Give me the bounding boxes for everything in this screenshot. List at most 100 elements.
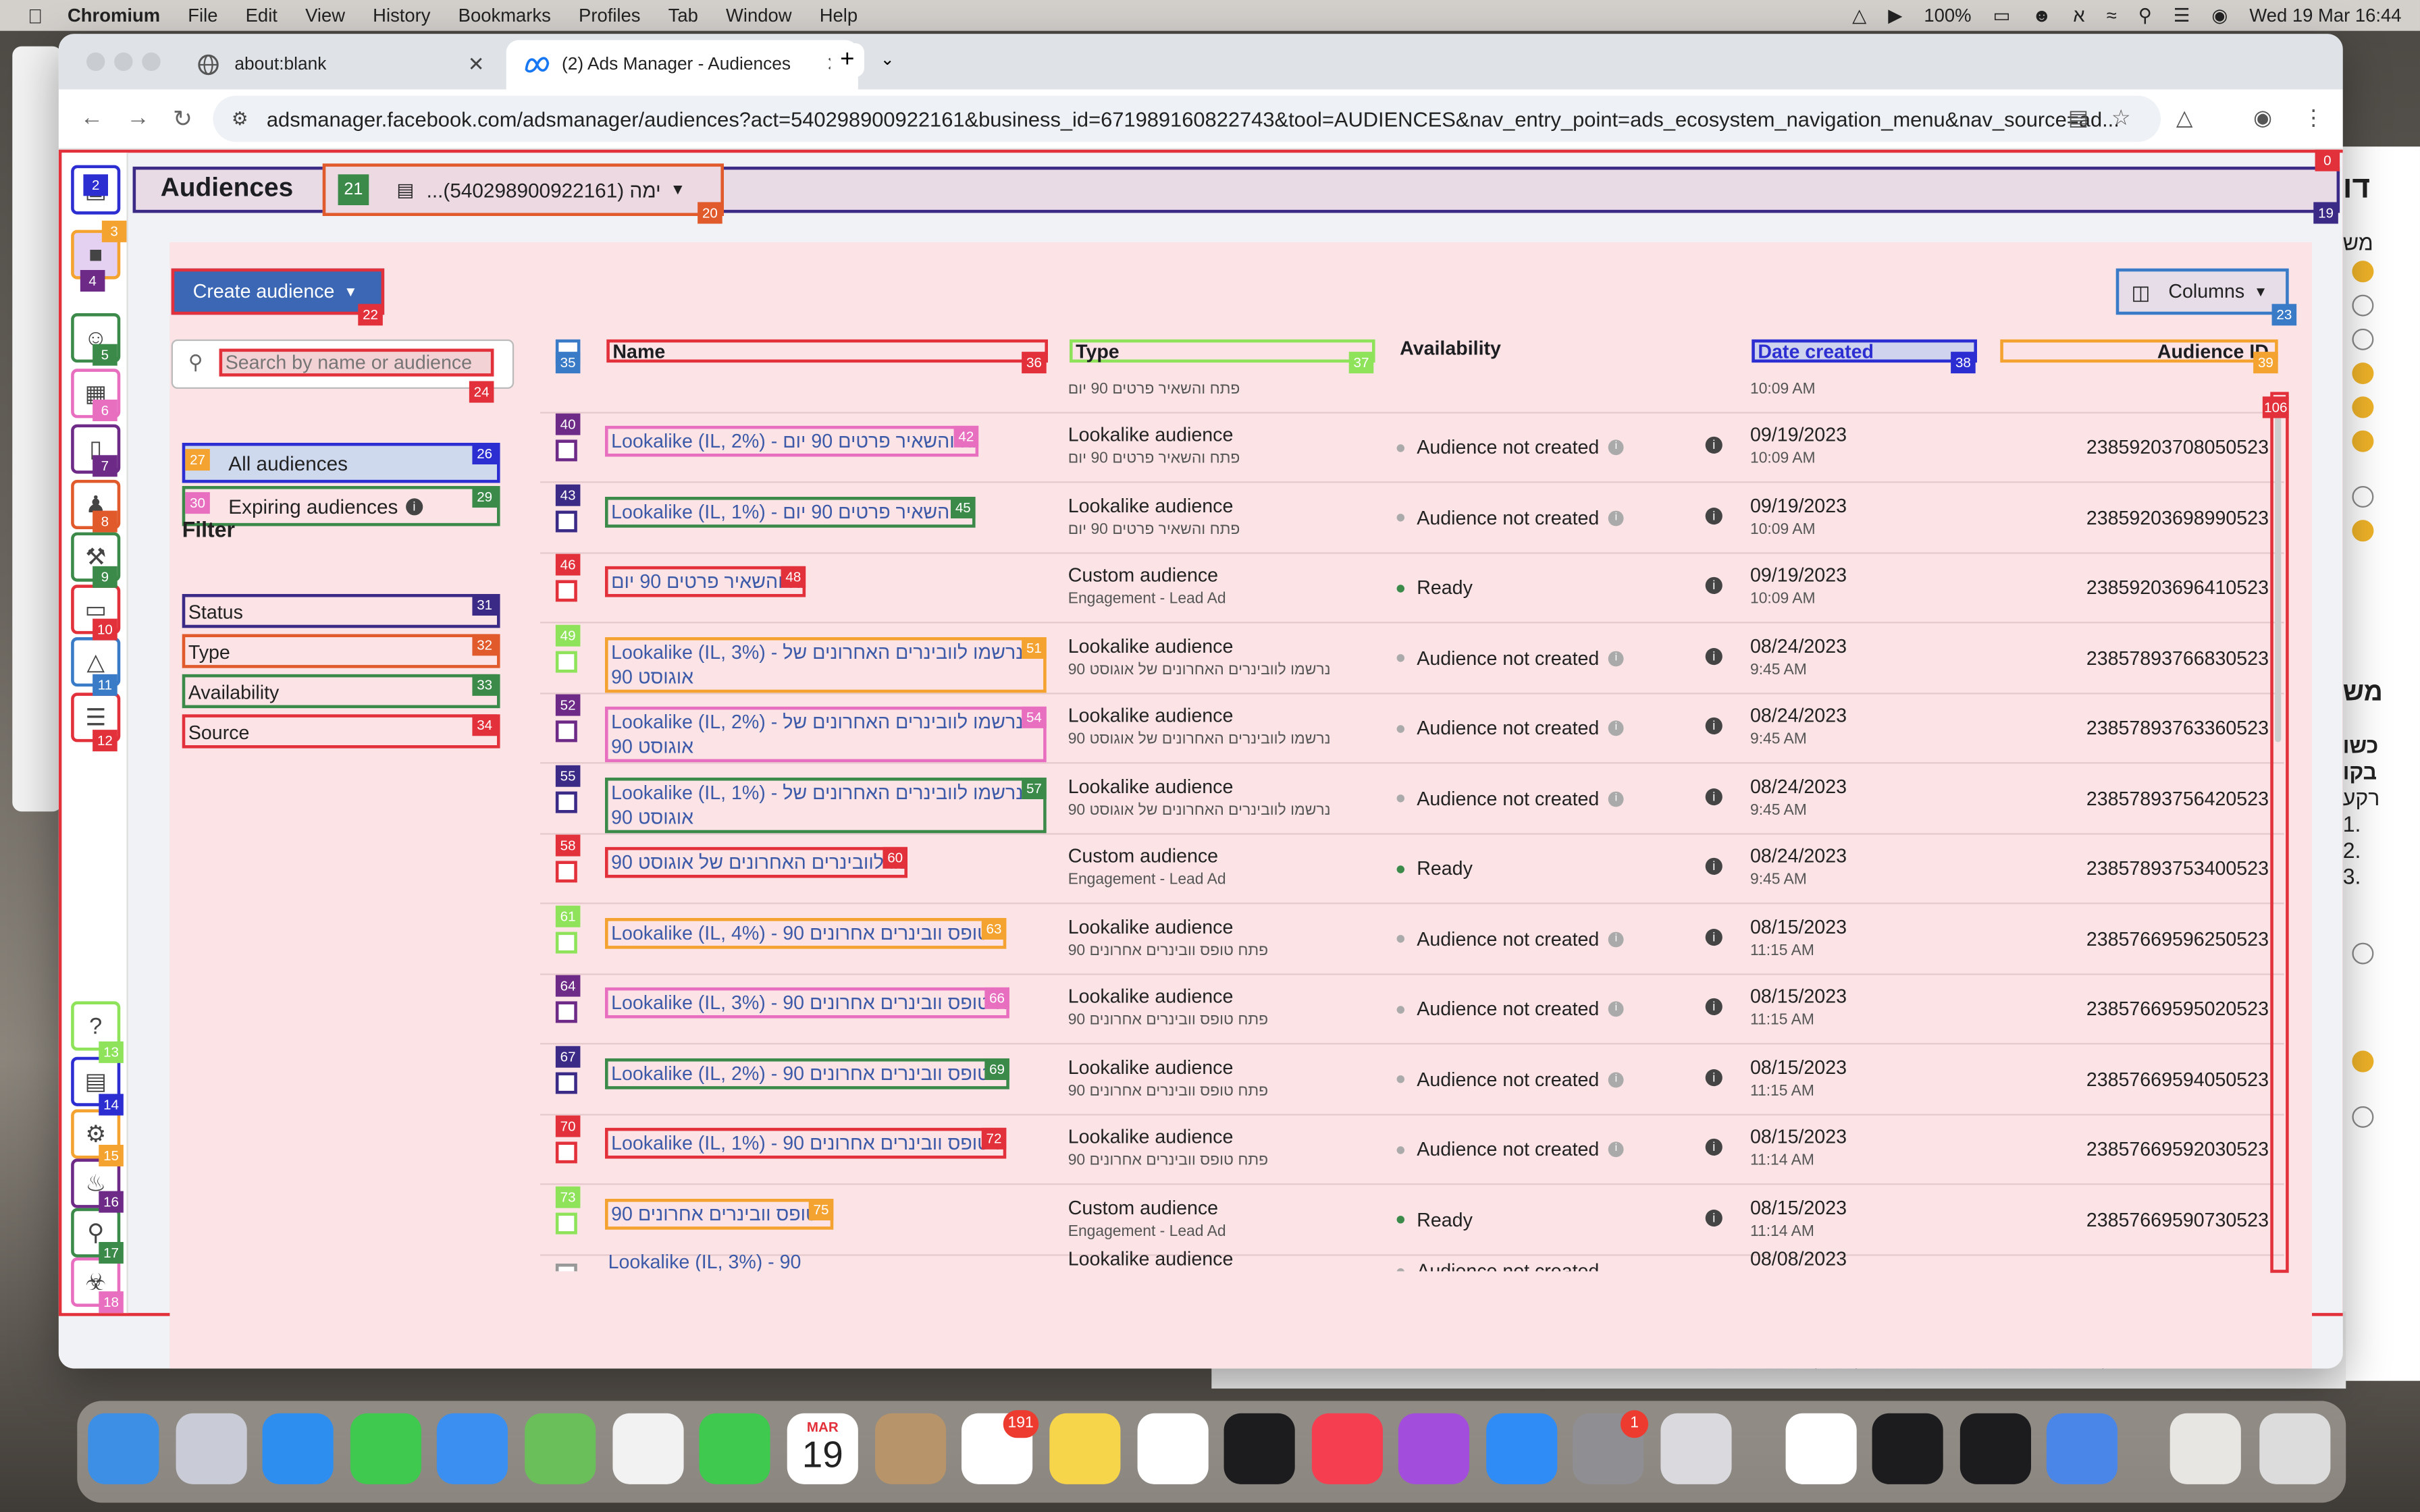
finder-icon[interactable] — [88, 1413, 159, 1484]
info-icon[interactable]: i — [1705, 506, 1722, 524]
info-icon[interactable]: i — [1608, 510, 1624, 526]
menu-history[interactable]: History — [373, 5, 430, 26]
info-icon[interactable]: i — [1705, 857, 1722, 875]
address-bar[interactable]: ⚙ adsmanager.facebook.com/adsmanager/aud… — [213, 95, 2161, 142]
menu-tab[interactable]: Tab — [668, 5, 698, 26]
row-checkbox[interactable] — [555, 650, 577, 672]
table-row[interactable]: Lookalike (IL, 3%) - נרשמו לוובינרים האח… — [540, 622, 2284, 694]
music-icon[interactable] — [1311, 1413, 1383, 1484]
info-icon[interactable]: i — [1608, 1001, 1624, 1017]
table-row[interactable]: Lookalike (IL, 2%) - פתח והשאיר פרטים 90… — [540, 412, 2284, 483]
tv-icon[interactable] — [1224, 1413, 1295, 1484]
menu-bookmarks[interactable]: Bookmarks — [458, 5, 551, 26]
launchpad-icon[interactable] — [176, 1413, 247, 1484]
column-header-audience-id[interactable]: Audience ID — [2000, 339, 2278, 363]
menu-profiles[interactable]: Profiles — [579, 5, 640, 26]
back-arrow-icon[interactable]: ← — [80, 105, 103, 131]
table-scrollbar[interactable] — [2270, 392, 2289, 1273]
column-header-name[interactable]: Name — [606, 339, 1048, 363]
audience-name-link[interactable]: פתח והשאיר פרטים 90 יום — [604, 566, 806, 597]
info-icon[interactable]: i — [1705, 787, 1722, 805]
menu-file[interactable]: File — [188, 5, 217, 26]
sidebar-item-all-audiences[interactable]: All audiences — [182, 442, 500, 483]
podcasts-icon[interactable] — [1398, 1413, 1469, 1484]
app-store-icon[interactable] — [1486, 1413, 1558, 1484]
table-row[interactable]: Lookalike (IL, 2%) - נרשמו לוובינרים האח… — [540, 693, 2284, 764]
column-header-availability[interactable]: Availability — [1397, 339, 1629, 362]
row-checkbox[interactable] — [555, 1071, 577, 1094]
audience-name-link[interactable]: Lookalike (IL, 3%) - 90 — [605, 1249, 804, 1272]
spotlight-icon[interactable]: ⚲ — [2138, 5, 2152, 26]
wifi-icon[interactable]: ≈ — [2107, 5, 2117, 26]
minimize-window-button[interactable] — [114, 52, 133, 72]
user-icon[interactable]: ☻ — [2032, 5, 2051, 26]
maps-icon[interactable] — [525, 1413, 596, 1484]
filter-type[interactable]: Type — [182, 634, 500, 668]
notes-icon[interactable] — [1049, 1413, 1121, 1484]
row-checkbox[interactable] — [555, 580, 577, 602]
cursor-app-icon[interactable] — [1872, 1413, 1943, 1484]
contacts-icon[interactable] — [874, 1413, 947, 1484]
forward-arrow-icon[interactable]: → — [126, 105, 149, 131]
chromium-icon[interactable] — [2046, 1413, 2118, 1484]
install-app-icon[interactable]: ▤ — [2068, 105, 2088, 131]
filter-source[interactable]: Source — [182, 714, 500, 749]
row-checkbox[interactable] — [555, 1212, 577, 1234]
info-icon[interactable]: i — [1608, 720, 1624, 736]
apple-menu-icon[interactable]:  — [28, 4, 43, 27]
row-checkbox[interactable] — [555, 439, 577, 462]
labs-flask-icon[interactable]: △ — [2176, 105, 2193, 131]
messages-icon[interactable] — [350, 1413, 421, 1484]
freeform-icon[interactable] — [1137, 1413, 1209, 1484]
table-row[interactable]: Lookalike (IL, 1%) - פתח טופס וובינרים א… — [540, 1114, 2284, 1185]
audience-name-link[interactable]: Lookalike (IL, 1%) - פתח והשאיר פרטים 90… — [604, 495, 976, 527]
audience-name-link[interactable]: נרשמו לוובינרים האחרונים של אוגוסט 90 — [604, 846, 908, 878]
table-row[interactable]: Lookalike (IL, 1%) - נרשמו לוובינרים האח… — [540, 763, 2284, 834]
info-icon[interactable]: i — [1705, 1138, 1722, 1156]
info-icon[interactable]: i — [1705, 1208, 1722, 1226]
row-checkbox[interactable] — [555, 790, 577, 813]
app-menu[interactable]: Chromium — [68, 5, 160, 26]
create-audience-button[interactable]: Create audience ▼ — [171, 268, 385, 315]
chrome-icon[interactable] — [1785, 1413, 1857, 1484]
info-icon[interactable]: i — [1705, 927, 1722, 945]
close-tab-icon[interactable]: ✕ — [468, 53, 485, 78]
row-checkbox[interactable] — [555, 1263, 577, 1272]
tab-about-blank[interactable]: about:blank ✕ — [179, 40, 500, 89]
table-row[interactable]: Lookalike (IL, 4%) - פתח טופס וובינרים א… — [540, 903, 2284, 975]
control-center-icon[interactable]: ☰ — [2174, 5, 2190, 26]
row-checkbox[interactable] — [555, 510, 577, 532]
menu-help[interactable]: Help — [820, 5, 858, 26]
new-tab-button[interactable]: + — [830, 43, 864, 78]
info-icon[interactable]: i — [1608, 439, 1624, 456]
menu-edit[interactable]: Edit — [246, 5, 278, 26]
input-source-icon[interactable]: א — [2073, 5, 2084, 26]
info-icon[interactable]: i — [1608, 650, 1624, 666]
info-icon[interactable]: i — [1705, 998, 1722, 1015]
info-icon[interactable]: i — [1608, 1141, 1624, 1158]
ad-account-selector[interactable]: 21 ▤ ...ימה (540298900922161) ▼ — [322, 163, 724, 216]
audience-name-link[interactable]: Lookalike (IL, 3%) - פתח טופס וובינרים א… — [604, 987, 1009, 1019]
info-icon[interactable]: i — [1608, 1071, 1624, 1087]
row-checkbox[interactable] — [555, 1141, 577, 1164]
photos-icon[interactable] — [612, 1413, 684, 1484]
browser-menu-icon[interactable]: ⋮ — [2303, 105, 2324, 131]
filter-availability[interactable]: Availability — [182, 674, 500, 709]
iphone-mirroring-icon[interactable] — [1660, 1413, 1732, 1484]
table-row[interactable]: Lookalike (IL, 1%) - פתח והשאיר פרטים 90… — [540, 482, 2284, 554]
info-icon[interactable]: i — [1705, 647, 1722, 664]
column-header-type[interactable]: Type — [1069, 339, 1375, 363]
menu-window[interactable]: Window — [726, 5, 792, 26]
battery-icon[interactable]: ▭ — [1993, 5, 2011, 26]
tab-ads-manager[interactable]: (2) Ads Manager - Audiences ✕ — [506, 40, 858, 90]
row-checkbox[interactable] — [555, 1001, 577, 1023]
facetime-icon[interactable] — [699, 1413, 770, 1484]
play-icon[interactable]: ▶ — [1888, 5, 1902, 26]
row-checkbox[interactable] — [555, 931, 577, 953]
perplexity-icon[interactable] — [1959, 1413, 2031, 1484]
reload-icon[interactable]: ↻ — [173, 105, 192, 133]
profile-icon[interactable]: ◉ — [2253, 105, 2272, 131]
row-checkbox[interactable] — [555, 720, 577, 742]
audience-name-link[interactable]: Lookalike (IL, 2%) - נרשמו לוובינרים האח… — [604, 706, 1047, 763]
filter-status[interactable]: Status — [182, 593, 500, 628]
